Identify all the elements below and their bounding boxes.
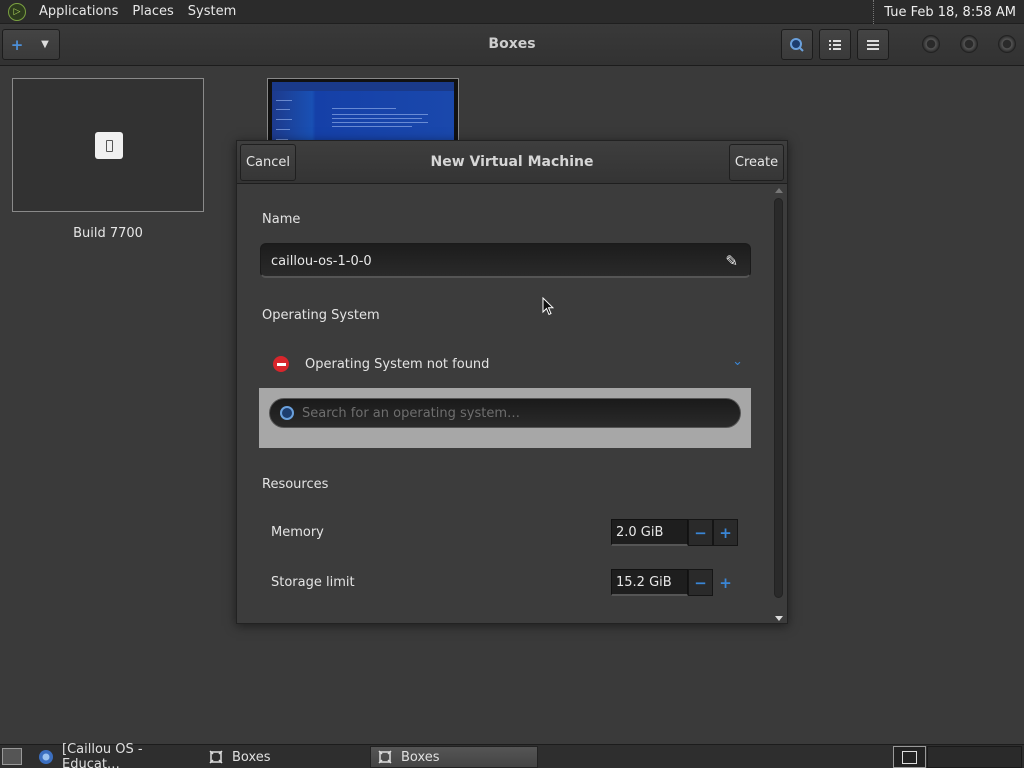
taskbar-item-boxes[interactable]: Boxes bbox=[202, 746, 367, 768]
pencil-edit-icon[interactable]: ✎ bbox=[725, 252, 738, 270]
storage-limit-label: Storage limit bbox=[271, 575, 355, 590]
places-menu[interactable]: Places bbox=[125, 4, 180, 19]
os-selector[interactable]: Operating System not found ⌄ bbox=[273, 354, 743, 374]
os-search-placeholder: Search for an operating system… bbox=[302, 405, 520, 421]
memory-value[interactable]: 2.0 GiB bbox=[611, 519, 688, 546]
panel-menu-bar: ▷ Applications Places System bbox=[0, 0, 243, 24]
top-panel: ▷ Applications Places System Tue Feb 18,… bbox=[0, 0, 1024, 24]
system-menu[interactable]: System bbox=[181, 4, 243, 19]
storage-decrease-button[interactable]: − bbox=[688, 569, 713, 596]
scrollbar-thumb[interactable] bbox=[774, 198, 783, 598]
scroll-up-arrow-icon[interactable] bbox=[775, 188, 783, 193]
workspace-switcher-2[interactable] bbox=[927, 746, 1022, 768]
mouse-cursor-icon bbox=[542, 297, 554, 316]
create-button[interactable]: Create bbox=[729, 144, 784, 181]
vm-name-value: caillou-os-1-0-0 bbox=[271, 254, 372, 269]
os-section-label: Operating System bbox=[262, 308, 380, 323]
boxes-headerbar: + ▼ Boxes bbox=[0, 24, 1024, 66]
box-thumbnail[interactable] bbox=[267, 78, 459, 148]
device-icon bbox=[95, 132, 123, 159]
name-section-label: Name bbox=[262, 212, 301, 227]
os-search-input[interactable]: Search for an operating system… bbox=[269, 398, 741, 428]
scroll-down-arrow-icon[interactable] bbox=[775, 616, 783, 621]
search-icon bbox=[280, 406, 294, 420]
memory-label: Memory bbox=[271, 525, 324, 540]
os-status-text: Operating System not found bbox=[305, 356, 490, 372]
minimize-window-button[interactable] bbox=[922, 35, 940, 53]
boxes-icon bbox=[208, 749, 224, 765]
browser-icon bbox=[38, 749, 54, 765]
chevron-down-icon[interactable]: ⌄ bbox=[732, 354, 743, 369]
taskbar-item-boxes-active[interactable]: Boxes bbox=[370, 746, 538, 768]
storage-stepper[interactable]: 15.2 GiB − + bbox=[611, 569, 738, 596]
bottom-taskbar: [Caillou OS - Educat… Boxes Boxes bbox=[0, 742, 1024, 768]
storage-increase-button[interactable]: + bbox=[713, 569, 738, 596]
new-vm-dialog: Cancel New Virtual Machine Create Name c… bbox=[236, 140, 788, 624]
memory-decrease-button[interactable]: − bbox=[688, 519, 713, 546]
vm-name-field[interactable]: caillou-os-1-0-0 ✎ bbox=[260, 243, 751, 278]
taskbar-item-label: [Caillou OS - Educat… bbox=[62, 742, 143, 768]
dialog-scrollbar[interactable] bbox=[773, 188, 785, 621]
search-icon bbox=[790, 37, 804, 52]
taskbar-item-label: Boxes bbox=[232, 749, 271, 765]
box-label[interactable]: Build 7700 bbox=[12, 226, 204, 241]
list-view-button[interactable] bbox=[819, 29, 851, 60]
dialog-header: Cancel New Virtual Machine Create bbox=[237, 141, 787, 184]
dialog-title: New Virtual Machine bbox=[430, 154, 594, 170]
app-menu-button[interactable] bbox=[857, 29, 889, 60]
show-desktop-button[interactable] bbox=[2, 748, 22, 765]
hamburger-menu-icon bbox=[867, 39, 879, 50]
taskbar-item-label: Boxes bbox=[401, 749, 440, 765]
panel-clock[interactable]: Tue Feb 18, 8:58 AM bbox=[873, 0, 1024, 24]
workspace-switcher-1[interactable] bbox=[893, 746, 926, 768]
close-window-button[interactable] bbox=[998, 35, 1016, 53]
error-stop-icon bbox=[273, 356, 289, 372]
applications-menu[interactable]: Applications bbox=[32, 4, 125, 19]
storage-value[interactable]: 15.2 GiB bbox=[611, 569, 688, 596]
os-search-panel: Search for an operating system… bbox=[259, 388, 751, 448]
vm-screen-preview bbox=[272, 82, 454, 147]
search-button[interactable] bbox=[781, 29, 813, 60]
resources-section-label: Resources bbox=[262, 477, 329, 492]
memory-increase-button[interactable]: + bbox=[713, 519, 738, 546]
boxes-icon bbox=[377, 749, 393, 765]
taskbar-item-browser[interactable]: [Caillou OS - Educat… bbox=[32, 742, 204, 768]
memory-stepper[interactable]: 2.0 GiB − + bbox=[611, 519, 738, 546]
maximize-window-button[interactable] bbox=[960, 35, 978, 53]
distro-logo-icon[interactable]: ▷ bbox=[8, 2, 26, 21]
list-view-icon bbox=[829, 39, 841, 50]
box-thumbnail[interactable] bbox=[12, 78, 204, 212]
